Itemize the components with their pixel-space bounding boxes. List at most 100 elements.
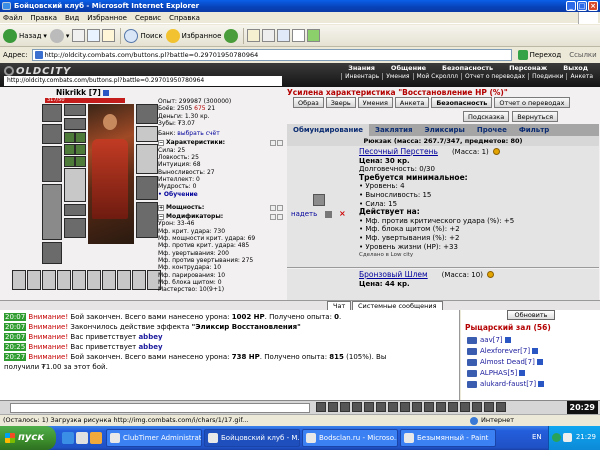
ie-quicklaunch-icon[interactable] xyxy=(62,432,74,444)
message-time[interactable]: 20:07 xyxy=(4,323,27,331)
home-icon[interactable] xyxy=(102,29,116,42)
top-menu-knowledge[interactable]: Знания xyxy=(340,64,383,72)
sub-menu-fights[interactable]: Поединки xyxy=(528,73,566,80)
tab-spells[interactable]: Заклятия xyxy=(369,124,419,136)
tab-elixirs[interactable]: Эликсиры xyxy=(419,124,471,136)
tray-icon[interactable] xyxy=(552,433,561,442)
offhand-slot[interactable] xyxy=(136,144,158,174)
potion-slot[interactable] xyxy=(72,270,86,290)
top-menu-chat[interactable]: Общение xyxy=(383,64,434,72)
arrow-up-icon[interactable] xyxy=(270,204,276,211)
earrings-slot[interactable] xyxy=(64,104,86,116)
sub-menu-scroll[interactable]: Мой Скроллл xyxy=(412,73,461,80)
menu-favorites[interactable]: Избранное xyxy=(87,14,127,22)
ring-slot[interactable] xyxy=(64,144,75,155)
menu-tools[interactable]: Сервис xyxy=(135,14,161,22)
sound-icon[interactable] xyxy=(424,402,434,412)
send-icon[interactable] xyxy=(328,402,338,412)
start-button[interactable]: пуск xyxy=(0,426,56,450)
translit-icon[interactable] xyxy=(364,402,374,412)
friends-icon[interactable] xyxy=(400,402,410,412)
user-name[interactable]: alukard-faust[7] xyxy=(480,380,536,388)
info-icon[interactable] xyxy=(519,370,526,376)
history-icon[interactable] xyxy=(224,28,239,43)
potion-slot[interactable] xyxy=(117,270,131,290)
task-clubtimer[interactable]: ClubTimer Administrat... xyxy=(106,429,202,447)
sub-menu-transfers[interactable]: Отчет о переводах xyxy=(460,73,528,80)
sub-menu-skills[interactable]: Умения xyxy=(382,73,412,80)
return-button[interactable]: Вернуться xyxy=(512,111,559,122)
address-input[interactable]: http://oldcity.combats.com/buttons.pl?ba… xyxy=(31,49,512,61)
sub-menu-profile[interactable]: Анкета xyxy=(566,73,596,80)
potion-slot[interactable] xyxy=(27,270,41,290)
top-menu-exit[interactable]: Выход xyxy=(555,64,596,72)
close-button[interactable]: × xyxy=(588,1,598,11)
shield-slot[interactable] xyxy=(136,126,158,142)
bank-select-link[interactable]: выбрать счёт xyxy=(177,130,219,137)
characteristics-header[interactable]: − Характеристики: xyxy=(158,139,283,146)
arrow-up-icon[interactable] xyxy=(270,140,276,147)
hint-button[interactable]: Подсказка xyxy=(463,111,510,122)
tab-filter[interactable]: Фильтр xyxy=(513,124,555,136)
quest-icon[interactable] xyxy=(472,402,482,412)
language-indicator[interactable]: EN xyxy=(532,433,542,441)
collapse-icon[interactable]: − xyxy=(158,140,164,147)
message-time[interactable]: 20:07 xyxy=(4,313,27,321)
tab-equipment[interactable]: Обмундирование xyxy=(287,124,369,136)
info-icon[interactable] xyxy=(504,337,511,343)
settings-icon[interactable] xyxy=(436,402,446,412)
wear-link[interactable]: надеть xyxy=(291,210,317,218)
image-button[interactable]: Образ xyxy=(293,97,324,108)
menu-file[interactable]: Файл xyxy=(3,14,22,22)
info-icon[interactable] xyxy=(538,381,545,387)
helmet-slot[interactable] xyxy=(42,104,62,122)
message-time[interactable]: 20:27 xyxy=(4,353,27,361)
clear-icon[interactable] xyxy=(340,402,350,412)
potion-slot[interactable] xyxy=(57,270,71,290)
tab-other[interactable]: Прочее xyxy=(471,124,513,136)
inventory-icon[interactable] xyxy=(484,402,494,412)
ring-slot[interactable] xyxy=(75,132,86,143)
stop-icon[interactable] xyxy=(72,29,86,42)
amulet-slot[interactable] xyxy=(64,118,86,130)
legs-slot[interactable] xyxy=(136,176,158,200)
mail-icon[interactable] xyxy=(247,29,261,42)
security-button[interactable]: Безопасность xyxy=(431,97,493,108)
ring-slot[interactable] xyxy=(75,156,86,167)
list-item[interactable]: alukard-faust[7] xyxy=(467,379,545,389)
profile-button[interactable]: Анкета xyxy=(394,97,430,108)
shoulder-slot[interactable] xyxy=(136,104,158,124)
top-menu-security[interactable]: Безопасность xyxy=(434,64,501,72)
delete-icon[interactable]: × xyxy=(339,209,346,218)
info-icon[interactable] xyxy=(532,348,539,354)
ring-slot[interactable] xyxy=(64,156,75,167)
desktop-quicklaunch-icon[interactable] xyxy=(76,432,88,444)
list-item[interactable]: Alexforever[7] xyxy=(467,346,539,356)
collapse-icon[interactable]: − xyxy=(158,213,164,220)
task-combats[interactable]: Бойцовский клуб - M... xyxy=(204,429,300,447)
user-name[interactable]: ALPHAS[5] xyxy=(480,369,517,377)
beast-button[interactable]: Зверь xyxy=(325,97,356,108)
skills-button[interactable]: Умения xyxy=(357,97,393,108)
fight-icon[interactable] xyxy=(376,402,386,412)
print-icon[interactable] xyxy=(262,29,276,42)
help-icon[interactable] xyxy=(448,402,458,412)
ring-slot[interactable] xyxy=(75,144,86,155)
player-quicklaunch-icon[interactable] xyxy=(90,432,102,444)
menu-help[interactable]: Справка xyxy=(169,14,200,22)
map-icon[interactable] xyxy=(388,402,398,412)
edit-icon[interactable] xyxy=(277,29,291,42)
refresh-icon[interactable] xyxy=(87,29,101,42)
wrench-icon[interactable] xyxy=(325,211,332,218)
info-icon[interactable] xyxy=(103,90,110,96)
mail-icon[interactable] xyxy=(412,402,422,412)
maximize-button[interactable]: □ xyxy=(577,1,587,11)
back-button[interactable]: Назад ▾ xyxy=(3,27,47,45)
user-name[interactable]: aav[7] xyxy=(480,336,503,344)
potion-slot[interactable] xyxy=(87,270,101,290)
weapon-slot[interactable] xyxy=(42,146,62,182)
potion-slot[interactable] xyxy=(102,270,116,290)
task-paint[interactable]: Безымянный - Paint xyxy=(400,429,496,447)
power-header[interactable]: + Мощность: xyxy=(158,204,283,211)
go-button[interactable]: Переход xyxy=(517,50,561,60)
